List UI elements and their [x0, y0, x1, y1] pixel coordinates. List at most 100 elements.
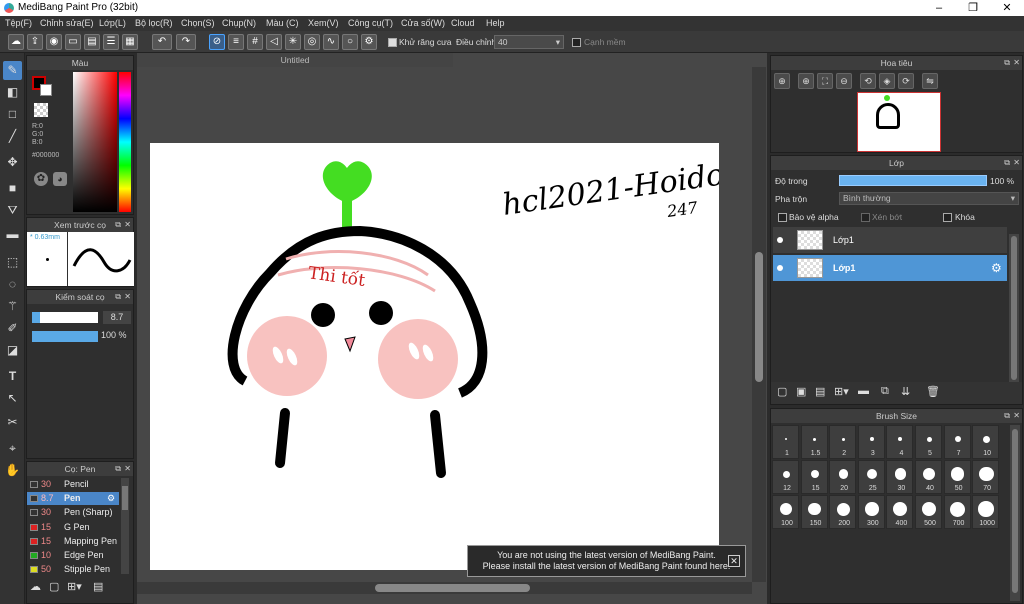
line-tool-icon[interactable]: ╱	[3, 127, 22, 146]
minimize-button[interactable]: –	[922, 0, 956, 16]
move-tool-icon[interactable]: ✥	[3, 153, 22, 172]
new-halftone-layer-icon[interactable]: ▣	[796, 385, 806, 398]
undock-icon[interactable]: ⧉	[115, 292, 121, 302]
brush-size-cell[interactable]: 50	[943, 460, 971, 494]
snap-curve-icon[interactable]: ∿	[323, 34, 339, 50]
snap-radial-icon[interactable]: ✳	[285, 34, 301, 50]
snap-circle-icon[interactable]: ◎	[304, 34, 320, 50]
brush-size-scrollbar[interactable]	[1010, 425, 1020, 601]
rotate-left-icon[interactable]: ⟲	[860, 73, 876, 89]
hscroll-thumb[interactable]	[375, 584, 530, 592]
zoom-in-icon[interactable]: ⊕	[798, 73, 814, 89]
undock-icon[interactable]: ⧉	[115, 220, 121, 230]
undock-icon[interactable]: ⧉	[115, 464, 121, 474]
speech-icon[interactable]: ▭	[65, 34, 81, 50]
close-panel-icon[interactable]: ✕	[1013, 411, 1020, 420]
color-history-icon[interactable]: ◕	[53, 172, 67, 186]
vscroll-thumb[interactable]	[755, 252, 763, 382]
protect-alpha-checkbox[interactable]	[778, 213, 787, 222]
duplicate-layer-icon[interactable]: ⧉	[881, 385, 889, 398]
brush-size-cell[interactable]: 30	[886, 460, 914, 494]
folder-icon[interactable]: ▬	[858, 385, 869, 397]
menu-help[interactable]: Help	[486, 18, 505, 28]
brush-size-cell[interactable]: 150	[800, 495, 828, 529]
layer-opacity-slider[interactable]	[839, 175, 987, 186]
brush-size-cell[interactable]: 1	[772, 425, 799, 459]
brush-size-cell[interactable]: 400	[886, 495, 914, 529]
document-icon[interactable]: ▤	[84, 34, 100, 50]
visibility-eye-icon[interactable]	[777, 265, 783, 271]
drawing-paper[interactable]: Thi tốt hcl2021-Hoidor 247	[150, 143, 742, 570]
visibility-eye-icon[interactable]	[777, 237, 783, 243]
menu-select[interactable]: Chọn(S)	[181, 18, 215, 28]
reset-view-icon[interactable]: ◈	[879, 73, 895, 89]
menu-file[interactable]: Tệp(F)	[5, 18, 32, 28]
layer-row[interactable]: Lớp1	[773, 227, 1007, 253]
new-8bit-layer-icon[interactable]: ▤	[815, 385, 825, 398]
scroll-thumb[interactable]	[1011, 236, 1017, 380]
brush-item[interactable]: 10 Edge Pen	[27, 549, 119, 562]
add-layer-menu-icon[interactable]: ⊞▾	[834, 385, 849, 398]
select-pen-tool-icon[interactable]: ✐	[3, 319, 22, 338]
snap-ellipse-icon[interactable]: ○	[342, 34, 358, 50]
brush-size-cell[interactable]: 3	[857, 425, 885, 459]
rotate-right-icon[interactable]: ⟳	[898, 73, 914, 89]
brush-size-cell[interactable]: 20	[829, 460, 857, 494]
menu-cloud[interactable]: Cloud	[451, 18, 475, 28]
brush-settings-icon[interactable]: ▤	[93, 580, 107, 594]
close-panel-icon[interactable]: ✕	[124, 292, 131, 301]
grid-list-icon[interactable]: ☰	[103, 34, 119, 50]
notice-close-button[interactable]: ✕	[728, 555, 740, 567]
merge-layer-icon[interactable]: ⇊	[901, 385, 910, 398]
brush-size-cell[interactable]: 1.5	[800, 425, 828, 459]
close-panel-icon[interactable]: ✕	[1013, 58, 1020, 67]
fit-screen-icon[interactable]: ⛶	[817, 73, 833, 89]
cloud-icon[interactable]: ☁	[8, 34, 24, 50]
layer-row[interactable]: Lớp1 ⚙	[773, 255, 1007, 281]
cloud-brush-icon[interactable]: ☁	[30, 580, 44, 594]
undock-icon[interactable]: ⧉	[1004, 58, 1010, 68]
snap-grid-icon[interactable]: #	[247, 34, 263, 50]
brush-size-cell[interactable]: 200	[829, 495, 857, 529]
bucket-tool-icon[interactable]: ⛛	[3, 201, 22, 220]
menu-color[interactable]: Màu (C)	[266, 18, 299, 28]
update-notice[interactable]: You are not using the latest version of …	[467, 545, 746, 577]
navigator-thumbnail[interactable]	[857, 92, 941, 152]
brush-item[interactable]: 30 Pencil	[27, 478, 119, 491]
close-panel-icon[interactable]: ✕	[124, 464, 131, 473]
text-tool-icon[interactable]: T	[3, 367, 22, 386]
snap-parallel-icon[interactable]: ≡	[228, 34, 244, 50]
gradient-tool-icon[interactable]: ▬	[3, 225, 22, 244]
brush-opacity-slider[interactable]	[32, 331, 98, 342]
brush-size-cell[interactable]: 40	[915, 460, 942, 494]
chat-icon[interactable]: ◉	[46, 34, 62, 50]
rect-tool-icon[interactable]: □	[3, 105, 22, 124]
brush-item[interactable]: 15 Mapping Pen	[27, 535, 119, 548]
gear-icon[interactable]: ⚙	[991, 261, 1002, 275]
hand-tool-icon[interactable]: ✋	[3, 461, 22, 480]
undock-icon[interactable]: ⧉	[1004, 411, 1010, 421]
vertical-scrollbar[interactable]	[752, 67, 766, 582]
brush-size-cell[interactable]: 10	[972, 425, 1000, 459]
snap-vanish-icon[interactable]: ◁	[266, 34, 282, 50]
palette-icon[interactable]: ✿	[34, 172, 48, 186]
brush-item[interactable]: 30 Pen (Sharp)	[27, 506, 119, 519]
scroll-thumb[interactable]	[1012, 429, 1018, 593]
close-button[interactable]: ✕	[990, 0, 1024, 16]
brush-size-cell[interactable]: 5	[915, 425, 942, 459]
hue-slider[interactable]	[119, 72, 131, 212]
brush-tool-icon[interactable]: ✎	[3, 61, 22, 80]
clip-checkbox[interactable]	[861, 213, 870, 222]
divide-tool-icon[interactable]: ✂	[3, 413, 22, 432]
brush-item[interactable]: 8.7 Pen ⚙	[27, 492, 119, 506]
magic-wand-tool-icon[interactable]: ⚚	[3, 297, 22, 316]
brush-size-cell[interactable]: 500	[915, 495, 942, 529]
brush-size-cell[interactable]: 4	[886, 425, 914, 459]
menu-view[interactable]: Xem(V)	[308, 18, 339, 28]
close-panel-icon[interactable]: ✕	[124, 220, 131, 229]
zoom-in-icon[interactable]: ⊕	[774, 73, 790, 89]
select-rect-tool-icon[interactable]: ⬚	[3, 253, 22, 272]
brush-size-cell[interactable]: 100	[772, 495, 799, 529]
secondary-color-swatch[interactable]	[40, 84, 52, 96]
menu-tools[interactable]: Công cụ(T)	[348, 18, 393, 28]
